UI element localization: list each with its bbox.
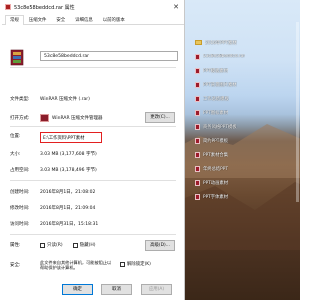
rar-file-icon [195,165,200,172]
desktop-background: 2016年PPT素材 53c8e58beddcd.rar PPT模板素材 PPT背景图… [185,0,300,300]
desktop-file-name: 2016年PPT素材 [205,40,237,46]
dialog-button-bar: 确定 取消 应用(A) [2,281,184,297]
desktop-file-name: 年终总结PPT [203,166,228,172]
advanced-button[interactable]: 高级(D)... [145,240,175,251]
desktop-file-name: PPT模板素材 [203,68,228,74]
rar-file-icon [5,4,11,10]
unblock-label: 解除锁定(K) [127,262,151,267]
desktop-file-item[interactable]: 商务风格PPT模板 [195,122,295,131]
general-panel: 53c8e58beddcd.rar 文件类型: WinRAR 压缩文件 (.ra… [5,25,181,274]
security-label: 安全: [10,263,21,268]
hidden-label: 隐藏(H) [79,243,96,248]
modified-label: 修改时间: [10,206,30,211]
change-button[interactable]: 更改(C)... [145,112,175,123]
desktop-file-item[interactable]: PPT模板素材 [195,66,295,75]
folder-icon [195,40,202,45]
tab-bar: 常规 压缩文件 安全 详细信息 以前的版本 [2,14,184,25]
rar-file-icon [195,81,200,88]
unblock-checkbox[interactable] [120,261,125,267]
divider [10,67,176,68]
apply-button[interactable]: 应用(A) [141,284,172,295]
rar-file-icon [195,151,200,158]
desktop-file-item[interactable]: 53c8e58beddcd.rar [195,52,295,61]
rar-file-icon [195,109,200,116]
modified-row: 修改时间: 2016年8月1日，21:09:04 [10,205,176,211]
cancel-button[interactable]: 取消 [101,284,132,295]
desktop-file-item[interactable]: 简约PPT模板 [195,136,295,145]
rar-file-icon [195,53,200,60]
tab-previous-versions[interactable]: 以前的版本 [98,15,130,24]
file-name-field[interactable]: 53c8e58beddcd.rar [40,51,178,61]
readonly-label: 只读(R) [47,243,63,248]
desktop-file-item[interactable]: PPT字体素材 [195,192,295,201]
tab-archive[interactable]: 压缩文件 [24,15,52,24]
accessed-row: 访问时间: 2016年8月31日，15:18:31 [10,221,176,227]
modified-value: 2016年8月1日，21:09:04 [40,206,96,211]
desktop-file-name: PPT背景图片素材 [203,82,237,88]
created-label: 创建时间: [10,190,30,195]
rar-file-icon [195,137,200,144]
location-value: E:\工作资料\PPT素材 [40,132,102,143]
location-label: 位置: [10,134,21,139]
desktop-file-item[interactable]: PPT图标素材 [195,108,295,117]
rar-file-icon [195,95,200,102]
close-icon[interactable]: ✕ [171,3,181,11]
created-value: 2016年8月1日，21:08:02 [40,190,96,195]
divider [10,234,176,235]
desktop-file-item[interactable]: 年终总结PPT [195,164,295,173]
accessed-value: 2016年8月31日，15:18:31 [40,222,99,227]
readonly-checkbox[interactable] [40,242,45,248]
desktop-file-item[interactable]: 2016年PPT素材 [195,38,295,47]
size-label: 大小: [10,152,21,157]
desktop-file-name: 工作总结模板 [203,96,229,102]
tab-details[interactable]: 详细信息 [70,15,98,24]
rar-file-icon [195,193,200,200]
security-warning-text: 此文件来自其他计算机，可能被阻止以帮助保护该计算机。 [40,260,112,271]
desktop-file-name: PPT素材合集 [203,152,228,158]
size-row: 大小: 3.03 MB (3,177,608 字节) [10,151,176,157]
size-value: 3.03 MB (3,177,608 字节) [40,152,97,157]
desktop-file-item[interactable]: PPT背景图片素材 [195,80,295,89]
size-on-disk-value: 3.03 MB (3,178,496 字节) [40,168,97,173]
properties-dialog: 53c8e58beddcd.rar 属性 ✕ 常规 压缩文件 安全 详细信息 以… [2,0,185,300]
accessed-label: 访问时间: [10,222,30,227]
hidden-checkbox[interactable] [72,242,78,248]
rar-file-icon [195,67,200,74]
file-type-value: WinRAR 压缩文件 (.rar) [40,97,90,102]
desktop-file-item[interactable]: PPT素材合集 [195,150,295,159]
open-with-label: 打开方式: [10,116,30,121]
unblock-option: 解除锁定(K) [120,261,151,267]
ok-button[interactable]: 确定 [62,284,93,295]
winrar-app-icon [40,114,49,122]
desktop-file-name: PPT动画素材 [203,180,228,186]
dialog-title: 53c8e58beddcd.rar 属性 [14,4,75,11]
desktop-file-item[interactable]: 工作总结模板 [195,94,295,103]
file-type-label: 文件类型: [10,97,30,102]
title-bar[interactable]: 53c8e58beddcd.rar 属性 ✕ [2,0,184,14]
desktop-file-item[interactable]: PPT动画素材 [195,178,295,187]
size-on-disk-row: 占用空间: 3.03 MB (3,178,496 字节) [10,167,176,173]
attributes-label: 属性: [10,243,21,248]
divider [10,180,176,181]
rar-file-icon [195,123,200,130]
desktop-file-name: PPT图标素材 [203,110,228,116]
desktop-file-name: 商务风格PPT模板 [203,124,237,130]
desktop-scrollbar[interactable] [296,22,299,202]
open-with-value: WinRAR 压缩文件管理器 [52,116,103,121]
size-on-disk-label: 占用空间: [10,168,30,173]
desktop-file-name: 简约PPT模板 [203,138,228,144]
divider [10,126,176,127]
created-row: 创建时间: 2016年8月1日，21:08:02 [10,189,176,195]
desktop-file-name: PPT字体素材 [203,194,228,200]
rar-file-icon [195,179,200,186]
tab-security[interactable]: 安全 [51,15,70,24]
winrar-archive-icon [10,49,24,66]
desktop-file-name: 53c8e58beddcd.rar [203,54,246,59]
file-type-row: 文件类型: WinRAR 压缩文件 (.rar) [10,96,176,102]
tab-general[interactable]: 常规 [5,15,24,25]
